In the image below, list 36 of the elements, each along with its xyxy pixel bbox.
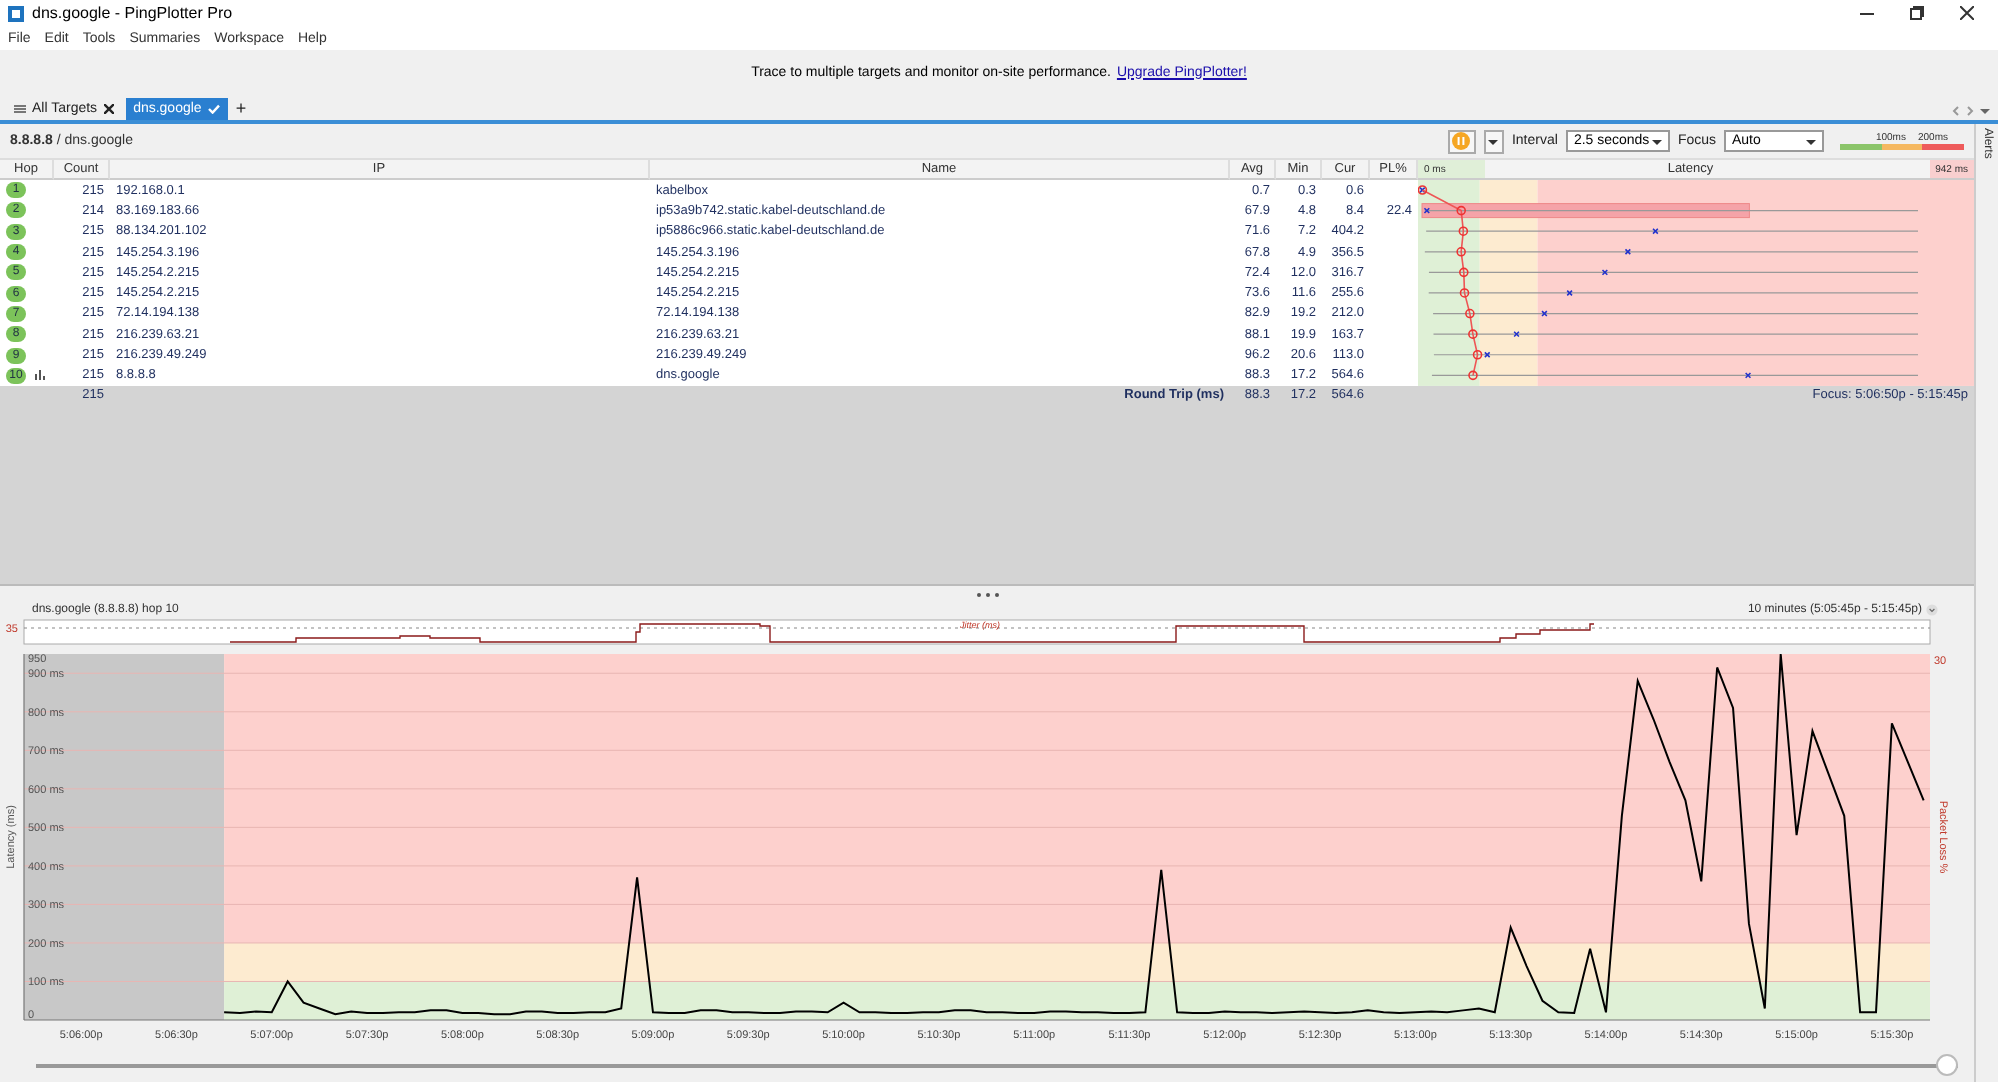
average-marker — [1472, 349, 1483, 360]
restore-icon[interactable] — [1910, 6, 1924, 20]
current-marker — [1423, 207, 1431, 214]
current-marker — [1541, 310, 1548, 317]
chevron-down-icon[interactable] — [1926, 604, 1938, 616]
check-icon — [207, 104, 220, 114]
average-marker — [1465, 308, 1475, 319]
caret-icon — [1651, 137, 1662, 145]
add-tab-button[interactable]: + — [231, 98, 251, 120]
current-marker — [1624, 248, 1632, 255]
current-marker — [1652, 228, 1659, 235]
splitter-handle-icon[interactable] — [975, 591, 999, 597]
average-marker — [1459, 288, 1470, 298]
dropdown-icon[interactable] — [1980, 106, 1990, 116]
list-icon — [14, 104, 26, 114]
average-marker — [1468, 370, 1478, 381]
scroll-thumb[interactable] — [1936, 1053, 1958, 1075]
average-marker — [1456, 205, 1466, 216]
pause-icon — [1452, 132, 1471, 150]
options-button[interactable] — [1483, 129, 1504, 153]
average-marker — [1468, 329, 1478, 339]
current-marker — [1744, 372, 1752, 379]
current-marker — [1566, 289, 1573, 297]
current-marker — [1513, 330, 1520, 338]
current-marker — [1484, 351, 1491, 358]
close-icon[interactable] — [1960, 6, 1974, 20]
caret-icon — [1806, 137, 1816, 145]
threshold-legend-bar — [1840, 144, 1964, 150]
close-icon[interactable] — [103, 104, 114, 114]
average-marker — [1459, 267, 1469, 278]
current-marker — [1601, 269, 1609, 276]
average-marker — [1456, 247, 1466, 257]
window-title: dns.google - PingPlotter Pro — [32, 4, 235, 22]
caret-icon — [1488, 137, 1499, 145]
app-icon — [8, 5, 24, 21]
average-marker — [1458, 226, 1469, 236]
